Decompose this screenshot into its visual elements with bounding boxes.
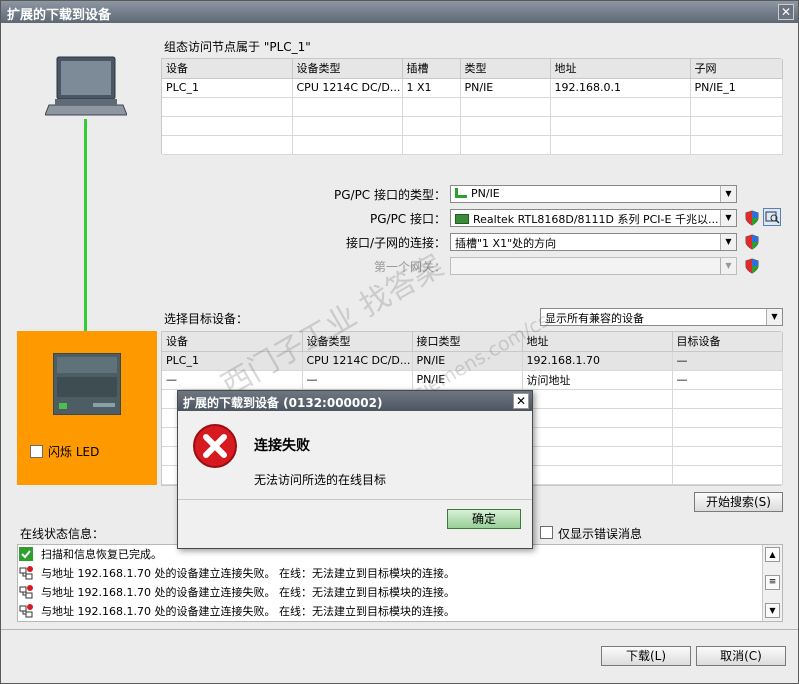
cell: PN/IE (460, 78, 551, 98)
col-address: 地址 (550, 59, 691, 79)
pgpc-type-select[interactable]: PN/IE ▼ (450, 185, 737, 203)
pn-ie-icon (455, 188, 467, 198)
error-dialog: 扩展的下载到设备 (0132:000002) ✕ 连接失败 无法访问所选的在线目… (177, 390, 533, 549)
window-title: 扩展的下载到设备 (7, 8, 112, 23)
first-gateway-select: ▼ (450, 257, 737, 275)
log-text: 与地址 192.168.1.70 处的设备建立连接失败。 在线：无法建立到目标模… (41, 586, 455, 599)
cell: 192.168.0.1 (550, 78, 691, 98)
table-row (162, 97, 783, 117)
cell: PN/IE_1 (690, 78, 783, 98)
log-text: 与地址 192.168.1.70 处的设备建立连接失败。 在线：无法建立到目标模… (41, 567, 455, 580)
dialog-close-button[interactable]: ✕ (513, 393, 529, 409)
cell: 访问地址 (522, 370, 673, 390)
show-errors-label: 仅显示错误消息 (558, 527, 643, 541)
config-access-heading: 组态访问节点属于 "PLC_1" (164, 40, 311, 54)
title-bar: 扩展的下载到设备 ✕ (1, 1, 798, 23)
pgpc-interface-label: PG/PC 接口： (369, 212, 446, 226)
chevron-down-icon[interactable]: ▼ (720, 210, 736, 226)
chevron-down-icon[interactable]: ▼ (720, 186, 736, 202)
status-label: 在线状态信息： (20, 527, 105, 541)
col-address: 地址 (522, 332, 673, 352)
flash-led-label: 闪烁 LED (48, 445, 100, 459)
scroll-thumb[interactable]: ≡ (765, 575, 780, 590)
log-scrollbar[interactable]: ▲ ≡ ▼ (762, 545, 782, 621)
download-window: 扩展的下载到设备 ✕ 闪烁 LED 组态访问节点属于 "PLC_1" 设备 设备… (0, 0, 799, 684)
chevron-down-icon[interactable]: ▼ (720, 234, 736, 250)
device-filter-value: 显示所有兼容的设备 (545, 312, 644, 325)
log-entry: 与地址 192.168.1.70 处的设备建立连接失败。 在线：无法建立到目标模… (19, 564, 759, 583)
table-row[interactable]: PLC_1 CPU 1214C DC/D... 1 X1 PN/IE 192.1… (162, 78, 783, 98)
status-log: 扫描和信息恢复已完成。 与地址 192.168.1.70 处的设备建立连接失败。… (17, 544, 783, 622)
col-type: 类型 (460, 59, 551, 79)
error-icon (193, 424, 237, 468)
pgpc-type-value: PN/IE (471, 187, 500, 200)
log-entry: 与地址 192.168.1.70 处的设备建立连接失败。 在线：无法建立到目标模… (19, 583, 759, 602)
col-slot: 插槽 (402, 59, 461, 79)
cell: — (672, 370, 783, 390)
scroll-up-icon[interactable]: ▲ (765, 547, 780, 562)
dialog-message: 无法访问所选的在线目标 (254, 473, 387, 487)
ok-button[interactable]: 确定 (447, 509, 521, 529)
start-search-button[interactable]: 开始搜索(S) (694, 492, 783, 512)
cell: — (672, 351, 783, 371)
show-errors-checkbox[interactable] (540, 526, 553, 539)
close-button[interactable]: ✕ (778, 4, 794, 20)
cell: 1 X1 (402, 78, 461, 98)
network-error-icon (19, 604, 33, 618)
laptop-icon (45, 56, 127, 116)
footer-divider (1, 629, 798, 630)
pgpc-interface-value: Realtek RTL8168D/8111D 系列 PCI-E 千兆以... (473, 213, 719, 226)
cell: PLC_1 (162, 78, 293, 98)
dialog-divider (178, 499, 532, 500)
properties-button[interactable] (763, 208, 781, 226)
table-row (162, 116, 783, 136)
col-device-type: 设备类型 (292, 59, 403, 79)
network-card-icon (455, 214, 469, 224)
shield-icon[interactable] (744, 234, 760, 250)
cell: — (302, 370, 413, 390)
subnet-connection-value: 插槽"1 X1"处的方向 (455, 237, 557, 250)
subnet-connection-select[interactable]: 插槽"1 X1"处的方向 ▼ (450, 233, 737, 251)
scroll-down-icon[interactable]: ▼ (765, 603, 780, 618)
connection-line (84, 119, 87, 333)
cell: 192.168.1.70 (522, 351, 673, 371)
dialog-heading: 连接失败 (254, 438, 310, 454)
chevron-down-icon[interactable]: ▼ (766, 309, 782, 325)
pgpc-interface-select[interactable]: Realtek RTL8168D/8111D 系列 PCI-E 千兆以... ▼ (450, 209, 737, 227)
dialog-title-bar: 扩展的下载到设备 (0132:000002) ✕ (178, 391, 532, 411)
device-filter-select[interactable]: 显示所有兼容的设备 ▼ (540, 308, 783, 326)
shield-icon[interactable] (744, 210, 760, 226)
config-access-table: 设备 设备类型 插槽 类型 地址 子网 PLC_1 CPU 1214C DC/D… (161, 58, 783, 155)
chevron-down-icon: ▼ (720, 258, 736, 274)
magnifier-icon (765, 211, 780, 224)
pgpc-type-label: PG/PC 接口的类型： (333, 188, 446, 202)
log-text: 与地址 192.168.1.70 处的设备建立连接失败。 在线：无法建立到目标模… (41, 605, 455, 618)
log-entry: 与地址 192.168.1.70 处的设备建立连接失败。 在线：无法建立到目标模… (19, 602, 759, 621)
plc-icon (53, 353, 121, 415)
col-subnet: 子网 (690, 59, 783, 79)
check-icon (19, 547, 33, 561)
log-text: 扫描和信息恢复已完成。 (41, 548, 162, 561)
flash-led-checkbox[interactable] (30, 445, 43, 458)
cancel-button[interactable]: 取消(C) (696, 646, 786, 666)
network-error-icon (19, 585, 33, 599)
download-button[interactable]: 下载(L) (601, 646, 691, 666)
col-target-device: 目标设备 (672, 332, 783, 352)
cell: CPU 1214C DC/D... (292, 78, 403, 98)
table-row (162, 135, 783, 155)
shield-icon[interactable] (744, 258, 760, 274)
col-device: 设备 (162, 59, 293, 79)
target-device-label: 选择目标设备： (164, 312, 249, 326)
dialog-title: 扩展的下载到设备 (0132:000002) (183, 396, 383, 410)
network-error-icon (19, 566, 33, 580)
